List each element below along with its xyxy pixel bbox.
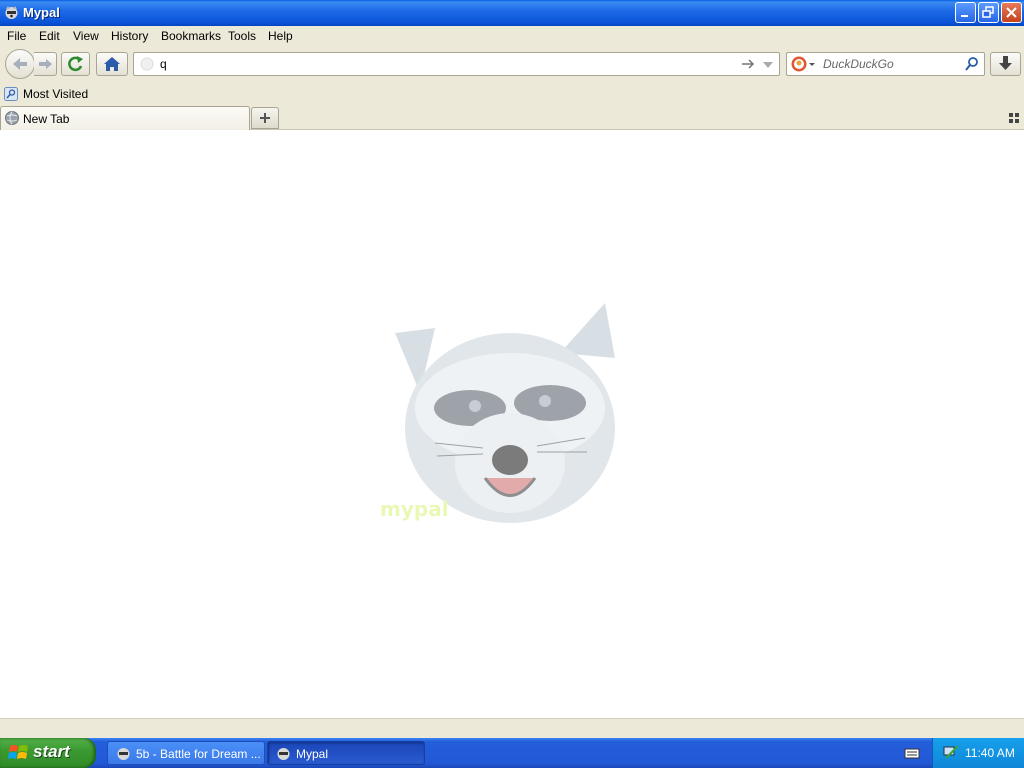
menu-bar: File Edit View History Bookmarks Tools H… [0, 26, 1024, 46]
network-icon[interactable] [942, 744, 960, 762]
raccoon-logo: mypal [380, 303, 615, 523]
clock: 11:40 AM [965, 746, 1015, 760]
menu-history[interactable]: History [111, 29, 148, 43]
duckduckgo-icon[interactable] [790, 55, 816, 73]
menu-view[interactable]: View [73, 29, 99, 43]
windows-flag-icon [8, 745, 28, 759]
forward-arrow-icon [39, 59, 52, 69]
minimize-button[interactable] [955, 2, 976, 23]
globe-icon [140, 57, 154, 71]
bookmarks-toolbar: Most Visited [0, 84, 1024, 106]
menu-bookmarks[interactable]: Bookmarks [161, 29, 221, 43]
back-arrow-icon [13, 58, 27, 70]
new-tab-button[interactable] [251, 107, 279, 129]
minimize-icon [961, 15, 968, 17]
page-content: mypal [0, 130, 1024, 718]
task-label: 5b - Battle for Dream ... [136, 747, 261, 761]
system-tray: 11:40 AM [932, 738, 1024, 768]
menu-tools[interactable]: Tools [228, 29, 256, 43]
url-bar[interactable] [133, 52, 780, 76]
url-input[interactable] [160, 57, 740, 71]
forward-button[interactable] [34, 52, 57, 76]
start-button[interactable]: start [0, 738, 96, 768]
go-arrow-icon[interactable] [740, 56, 756, 72]
raccoon-app-icon [277, 748, 290, 760]
taskbar-task-mypal[interactable]: Mypal [267, 741, 425, 765]
plus-icon [260, 113, 270, 123]
keyboard-icon[interactable] [904, 746, 920, 760]
search-input[interactable] [823, 57, 958, 71]
most-visited-label: Most Visited [23, 87, 89, 101]
task-label: Mypal [296, 747, 329, 761]
tab-label: New Tab [23, 112, 70, 126]
mypal-logo-text: mypal [380, 497, 449, 521]
close-icon [1006, 7, 1017, 18]
start-label: start [33, 742, 70, 761]
restore-button[interactable] [978, 2, 999, 23]
title-bar: Mypal [0, 0, 1024, 26]
close-button[interactable] [1001, 2, 1022, 23]
taskbar-task-battle-for-dream[interactable]: 5b - Battle for Dream ... [107, 741, 265, 765]
most-visited-icon [4, 87, 18, 101]
menu-edit[interactable]: Edit [39, 29, 60, 43]
download-button[interactable] [990, 52, 1021, 76]
reload-icon [68, 56, 83, 72]
globe-icon [5, 111, 19, 125]
bookmark-most-visited[interactable]: Most Visited [4, 87, 88, 101]
window-title: Mypal [23, 5, 60, 20]
tab-strip: New Tab [0, 106, 1024, 130]
navigation-toolbar [0, 46, 1024, 84]
download-icon [999, 56, 1012, 70]
search-bar[interactable] [786, 52, 985, 76]
home-icon [104, 57, 120, 71]
restore-icon [982, 6, 994, 18]
menu-help[interactable]: Help [268, 29, 293, 43]
search-icon[interactable] [964, 56, 980, 72]
taskbar: start 5b - Battle for Dream ... Mypal 11… [0, 738, 1024, 768]
tab-new-tab[interactable]: New Tab [0, 106, 250, 130]
raccoon-app-icon [117, 748, 130, 760]
raccoon-app-icon [5, 6, 18, 19]
tab-grid-icon[interactable] [1008, 112, 1020, 124]
back-button[interactable] [5, 49, 35, 79]
reload-button[interactable] [61, 52, 90, 76]
status-bar [0, 718, 1024, 738]
dropdown-icon[interactable] [761, 58, 775, 72]
menu-file[interactable]: File [7, 29, 26, 43]
home-button[interactable] [96, 52, 128, 76]
